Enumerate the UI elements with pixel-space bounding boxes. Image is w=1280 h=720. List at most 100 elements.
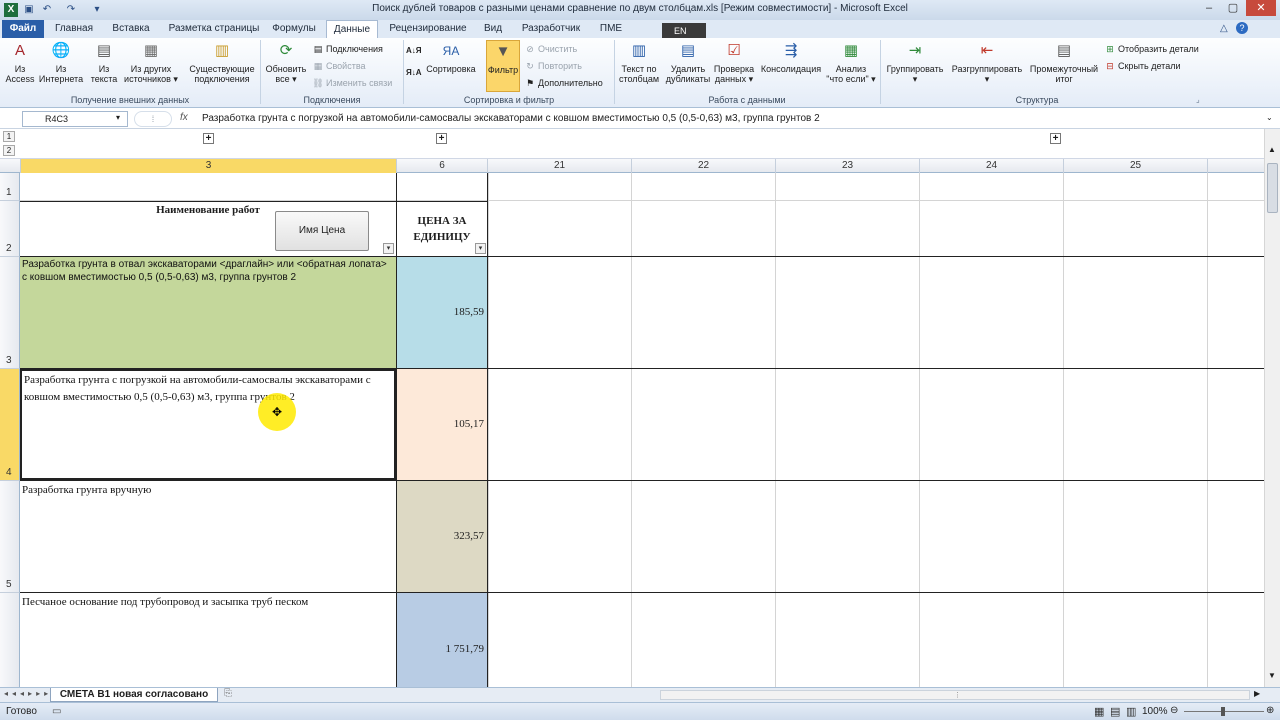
minimize-icon[interactable]: – — [1198, 0, 1220, 16]
data-validation-icon: ☑ — [727, 42, 741, 59]
gridline — [919, 173, 920, 687]
status-bar: Готово ▭ ▦ ▤ ▥ 100% ⊖ ⊕ — [0, 702, 1280, 720]
edit-links-button[interactable]: ⛓ Изменить связи — [312, 76, 392, 90]
expand-group-icon[interactable]: + — [203, 133, 214, 144]
zoom-out-icon[interactable]: ⊖ — [1170, 705, 1178, 716]
filter-dropdown-icon[interactable]: ▾ — [383, 243, 394, 254]
price-cell[interactable]: 105,17 — [397, 369, 487, 480]
remove-duplicates-button[interactable]: ▤ Удалить дубликаты — [664, 40, 712, 84]
price-cell[interactable]: 185,59 — [397, 257, 487, 368]
help-icon[interactable]: ? — [1236, 22, 1248, 34]
zoom-in-icon[interactable]: ⊕ — [1266, 705, 1274, 716]
sort-za-button[interactable]: Я↓А — [406, 66, 422, 80]
name-box[interactable]: R4C3 — [22, 111, 128, 127]
tab-insert[interactable]: Вставка — [104, 20, 158, 38]
maximize-icon[interactable]: ▢ — [1222, 0, 1244, 16]
scroll-down-icon[interactable]: ▼ — [1267, 671, 1277, 683]
outline-level-1[interactable]: 1 — [3, 131, 15, 142]
show-detail-button[interactable]: ⊞ Отобразить детали — [1104, 42, 1199, 56]
tab-developer[interactable]: Разработчик — [516, 20, 586, 38]
normal-view-icon[interactable]: ▦ — [1094, 705, 1104, 718]
vertical-scrollbar[interactable]: ▲ ▼ — [1264, 129, 1280, 687]
select-all-corner[interactable] — [0, 159, 21, 173]
properties-button[interactable]: ▦ Свойства — [312, 59, 366, 73]
close-icon[interactable]: ✕ — [1246, 0, 1276, 16]
connections-button[interactable]: ▤ Подключения — [312, 42, 383, 56]
sheet-navigation-icons[interactable]: ◂◂◂▸▸▸ — [4, 689, 52, 698]
name-cell[interactable]: Разработка грунта вручную — [20, 481, 396, 592]
column-header[interactable]: 3 — [21, 159, 397, 173]
scroll-right-icon[interactable]: ▶ — [1254, 689, 1260, 698]
tab-home[interactable]: Главная — [50, 20, 98, 38]
tab-pme[interactable]: ПМЕ — [594, 20, 628, 38]
column-header[interactable]: 6 — [397, 159, 488, 173]
row-header[interactable]: 3 — [0, 257, 20, 369]
outline-level-2[interactable]: 2 — [3, 145, 15, 156]
subtotal-button[interactable]: ▤ Промежуточный итог — [1026, 40, 1102, 84]
expand-formula-bar-icon[interactable]: ⌄ — [1266, 113, 1273, 122]
insert-function-icon[interactable]: fx — [180, 112, 188, 123]
reapply-button[interactable]: ↻ Повторить — [524, 59, 582, 73]
text-to-columns-button[interactable]: ▥ Текст по столбцам — [616, 40, 662, 84]
active-cell[interactable]: Разработка грунта с погрузкой на автомоб… — [20, 369, 396, 480]
from-web-button[interactable]: 🌐 Из Интернета — [38, 40, 84, 84]
existing-connections-button[interactable]: ▥ Существующие подключения — [186, 40, 258, 84]
name-cell[interactable]: Песчаное основание под трубопровод и зас… — [20, 593, 396, 687]
tab-formulas[interactable]: Формулы — [268, 20, 320, 38]
filter-dropdown-icon[interactable]: ▾ — [475, 243, 486, 254]
web-icon: 🌐 — [51, 42, 71, 59]
data-validation-button[interactable]: ☑ Проверка данных ▾ — [710, 40, 758, 84]
ribbon-minimize-icon[interactable]: △ — [1220, 23, 1228, 34]
expand-group-icon[interactable]: + — [1050, 133, 1061, 144]
filter-button[interactable]: ▼ Фильтр — [486, 40, 520, 92]
row-header[interactable]: 2 — [0, 201, 20, 257]
row-header[interactable]: 5 — [0, 481, 20, 593]
row-header[interactable]: 4 — [0, 369, 20, 481]
tab-data[interactable]: Данные — [326, 20, 378, 38]
scroll-up-icon[interactable]: ▲ — [1267, 145, 1277, 157]
ungroup-button[interactable]: ⇤ Разгруппировать ▾ — [948, 40, 1026, 84]
hide-detail-button[interactable]: ⊟ Скрыть детали — [1104, 59, 1180, 73]
page-break-view-icon[interactable]: ▥ — [1126, 705, 1136, 718]
sort-button[interactable]: ЯА Сортировка — [424, 40, 478, 74]
price-cell[interactable]: 1 751,79 — [397, 593, 487, 687]
expand-group-icon[interactable]: + — [436, 133, 447, 144]
column-header[interactable]: 23 — [776, 159, 920, 173]
group-button[interactable]: ⇥ Группировать ▾ — [882, 40, 948, 84]
scroll-thumb[interactable] — [1267, 163, 1278, 213]
column-header[interactable]: 24 — [920, 159, 1064, 173]
insert-sheet-icon[interactable]: ⎘ — [224, 688, 232, 699]
consolidate-button[interactable]: ⇶ Консолидация — [758, 40, 824, 74]
page-layout-view-icon[interactable]: ▤ — [1110, 705, 1120, 718]
macro-record-icon[interactable]: ▭ — [52, 706, 61, 717]
from-access-button[interactable]: A Из Access — [2, 40, 38, 84]
row-header[interactable]: 1 — [0, 173, 20, 201]
tab-page-layout[interactable]: Разметка страницы — [162, 20, 266, 38]
sort-az-button[interactable]: А↓Я — [406, 44, 422, 58]
from-other-sources-button[interactable]: ▦ Из других источников ▾ — [120, 40, 182, 84]
name-box-dropdown-icon[interactable]: ▾ — [116, 113, 120, 122]
formula-input[interactable]: Разработка грунта с погрузкой на автомоб… — [202, 113, 820, 124]
clear-button[interactable]: ⊘ Очистить — [524, 42, 577, 56]
language-indicator[interactable]: EN — [662, 23, 706, 39]
column-header[interactable]: 25 — [1064, 159, 1208, 173]
advanced-filter-button[interactable]: ⚑ Дополнительно — [524, 76, 603, 90]
row-header[interactable] — [0, 593, 20, 687]
tab-file[interactable]: Файл — [2, 20, 44, 38]
tab-view[interactable]: Вид — [478, 20, 508, 38]
sheet-tab-active[interactable]: СМЕТА В1 новая согласовано — [50, 688, 218, 702]
what-if-analysis-button[interactable]: ▦ Анализ "что если" ▾ — [824, 40, 878, 84]
outline-settings-icon[interactable]: ⌟ — [1196, 95, 1200, 104]
column-header[interactable]: 22 — [632, 159, 776, 173]
from-text-button[interactable]: ▤ Из текста — [86, 40, 122, 84]
tab-review[interactable]: Рецензирование — [384, 20, 472, 38]
column-header[interactable]: 21 — [488, 159, 632, 173]
refresh-all-button[interactable]: ⟳ Обновить все ▾ — [262, 40, 310, 84]
zoom-slider-thumb[interactable] — [1221, 707, 1225, 716]
name-price-button[interactable]: Имя Цена — [275, 211, 369, 251]
zoom-level[interactable]: 100% — [1142, 706, 1168, 717]
scroll-grip-icon[interactable]: ⋮ — [954, 691, 964, 699]
name-cell[interactable]: Разработка грунта в отвал экскаваторами … — [20, 257, 396, 368]
price-cell[interactable]: 323,57 — [397, 481, 487, 592]
formula-bar-controls[interactable]: ⁞ — [134, 111, 172, 127]
